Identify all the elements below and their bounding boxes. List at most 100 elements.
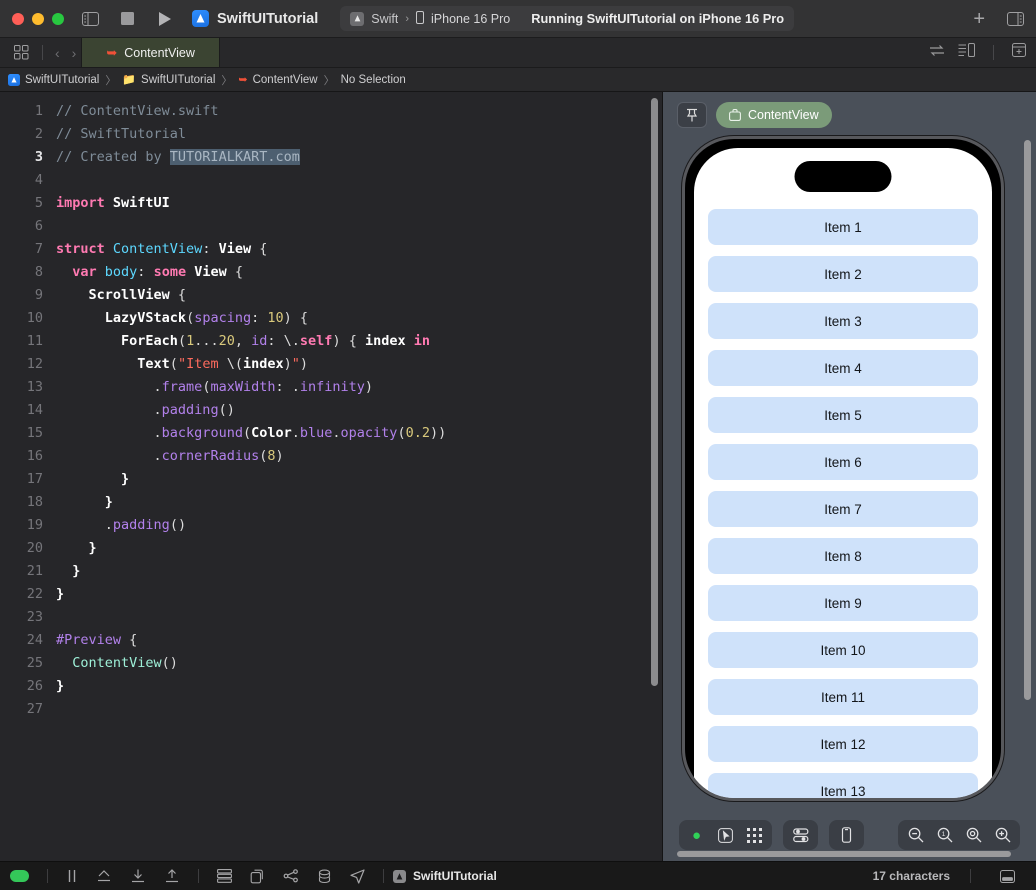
code-line[interactable]: 25 ContentView() (0, 652, 662, 675)
list-item[interactable]: Item 13 (708, 773, 978, 798)
code-token: #Preview (56, 632, 122, 648)
line-number: 11 (26, 333, 43, 349)
view-hierarchy-icon[interactable] (208, 869, 241, 883)
environment-icon[interactable] (308, 869, 341, 884)
code-line[interactable]: 7 struct ContentView: View { (0, 238, 662, 261)
list-item[interactable]: Item 4 (708, 350, 978, 386)
memory-graph-icon[interactable] (241, 869, 274, 884)
pin-icon[interactable] (677, 102, 707, 128)
zoom-fit-icon[interactable] (961, 823, 986, 847)
list-item[interactable]: Item 5 (708, 397, 978, 433)
code-line[interactable]: 15 .background(Color.blue.opacity(0.2)) (0, 422, 662, 445)
list-item[interactable]: Item 8 (708, 538, 978, 574)
location-icon[interactable] (341, 868, 374, 884)
editor-vertical-scrollbar[interactable] (651, 98, 658, 686)
list-item-label: Item 5 (824, 407, 862, 423)
breadcrumb-item-selection[interactable]: No Selection (341, 74, 406, 86)
code-line[interactable]: 5 import SwiftUI (0, 192, 662, 215)
code-line[interactable]: 6 (0, 215, 662, 238)
tab-overview-icon[interactable] (8, 45, 35, 60)
code-line[interactable]: 20 } (0, 537, 662, 560)
code-token: 1 (186, 333, 195, 349)
stop-icon[interactable] (121, 7, 134, 31)
step-into-icon[interactable] (121, 869, 155, 883)
tab-label: ContentView (124, 45, 195, 60)
canvas-vertical-scrollbar[interactable] (1024, 140, 1031, 700)
add-editor-icon[interactable] (1012, 43, 1026, 62)
code-line[interactable]: 19 .padding() (0, 514, 662, 537)
list-item[interactable]: Item 7 (708, 491, 978, 527)
zoom-out-icon[interactable] (903, 823, 928, 847)
code-line[interactable]: 16 .cornerRadius(8) (0, 445, 662, 468)
line-number: 27 (26, 701, 43, 717)
list-item[interactable]: Item 1 (708, 209, 978, 245)
list-item[interactable]: Item 10 (708, 632, 978, 668)
code-line[interactable]: 11 ForEach(1...20, id: \.self) { index i… (0, 330, 662, 353)
code-editor[interactable]: 1 // ContentView.swift 2 // SwiftTutorial 3 /… (0, 92, 663, 861)
breadcrumb-item-file[interactable]: ➥ ContentView (238, 73, 317, 87)
nav-back-button[interactable]: ‹ (50, 45, 65, 61)
variants-grid-icon[interactable] (742, 823, 767, 847)
device-bezel-icon[interactable] (834, 823, 859, 847)
code-line[interactable]: 12 Text("Item \(index)") (0, 353, 662, 376)
step-out-icon[interactable] (155, 869, 189, 883)
select-pointer-icon[interactable] (713, 823, 738, 847)
close-window-button[interactable] (12, 12, 24, 25)
line-number: 5 (34, 195, 43, 211)
code-line[interactable]: 23 (0, 606, 662, 629)
code-line[interactable]: 18 } (0, 491, 662, 514)
list-item[interactable]: Item 3 (708, 303, 978, 339)
code-line[interactable]: 3 // Created by TUTORIALKART.com (0, 146, 662, 169)
scheme-name[interactable]: SwiftUITutorial (217, 11, 318, 27)
titlebar-right-controls: + (973, 7, 1024, 31)
pause-icon[interactable] (57, 869, 87, 883)
code-line[interactable]: 2 // SwiftTutorial (0, 123, 662, 146)
live-preview-play-icon[interactable]: ● (684, 823, 709, 847)
code-line[interactable]: 9 ScrollView { (0, 284, 662, 307)
code-lines: 1 // ContentView.swift 2 // SwiftTutorial 3 /… (0, 92, 662, 721)
list-item[interactable]: Item 12 (708, 726, 978, 762)
code-line[interactable]: 24 #Preview { (0, 629, 662, 652)
zoom-window-button[interactable] (52, 12, 64, 25)
minimize-window-button[interactable] (32, 12, 44, 25)
code-line[interactable]: 27 (0, 698, 662, 721)
code-line[interactable]: 22} (0, 583, 662, 606)
code-line[interactable]: 4 (0, 169, 662, 192)
list-item[interactable]: Item 6 (708, 444, 978, 480)
list-item[interactable]: Item 2 (708, 256, 978, 292)
preview-selector-pill[interactable]: ContentView (716, 102, 832, 128)
code-line[interactable]: 26} (0, 675, 662, 698)
sidebar-toggle-icon[interactable] (82, 7, 99, 31)
code-review-icon[interactable] (929, 44, 945, 62)
canvas-horizontal-scrollbar[interactable] (677, 851, 1011, 857)
run-play-icon[interactable] (158, 7, 172, 31)
code-line[interactable]: 17 } (0, 468, 662, 491)
list-item[interactable]: Item 9 (708, 585, 978, 621)
nav-forward-button[interactable]: › (67, 45, 82, 61)
gauge-icon[interactable] (274, 869, 308, 883)
tab-contentview[interactable]: ➥ ContentView (81, 38, 220, 67)
main-split: 1 // ContentView.swift 2 // SwiftTutorial 3 /… (0, 92, 1036, 861)
device-settings-icon[interactable] (788, 823, 813, 847)
code-line[interactable]: 13 .frame(maxWidth: .infinity) (0, 376, 662, 399)
scrollview-item-list[interactable]: Item 1 Item 2 Item 3 Item 4 Item 5 Item 6 Item… (694, 209, 992, 798)
list-item[interactable]: Item 11 (708, 679, 978, 715)
breadcrumb-item-group[interactable]: 📁 SwiftUITutorial (122, 73, 215, 87)
zoom-100-icon[interactable]: 1 (932, 823, 957, 847)
code-line[interactable]: 8 var body: some View { (0, 261, 662, 284)
split-editor-icon[interactable] (958, 43, 975, 62)
step-over-icon[interactable] (87, 869, 121, 883)
run-destination-bar[interactable]: Swift › iPhone 16 Pro Running SwiftUITut… (340, 6, 795, 31)
code-line[interactable]: 21 } (0, 560, 662, 583)
code-line[interactable]: 14 .padding() (0, 399, 662, 422)
code-line[interactable]: 10 LazyVStack(spacing: 10) { (0, 307, 662, 330)
code-line[interactable]: 1 // ContentView.swift (0, 100, 662, 123)
add-icon[interactable]: + (973, 9, 985, 29)
debug-area-toggle-icon[interactable] (991, 869, 1024, 883)
zoom-in-icon[interactable] (990, 823, 1015, 847)
inspector-toggle-icon[interactable] (1007, 7, 1024, 31)
device-screen[interactable]: Item 1 Item 2 Item 3 Item 4 Item 5 Item 6 Item… (694, 148, 992, 798)
breadcrumb-item-project[interactable]: SwiftUITutorial (8, 73, 99, 86)
line-number: 22 (26, 586, 43, 602)
line-number: 15 (26, 425, 43, 441)
